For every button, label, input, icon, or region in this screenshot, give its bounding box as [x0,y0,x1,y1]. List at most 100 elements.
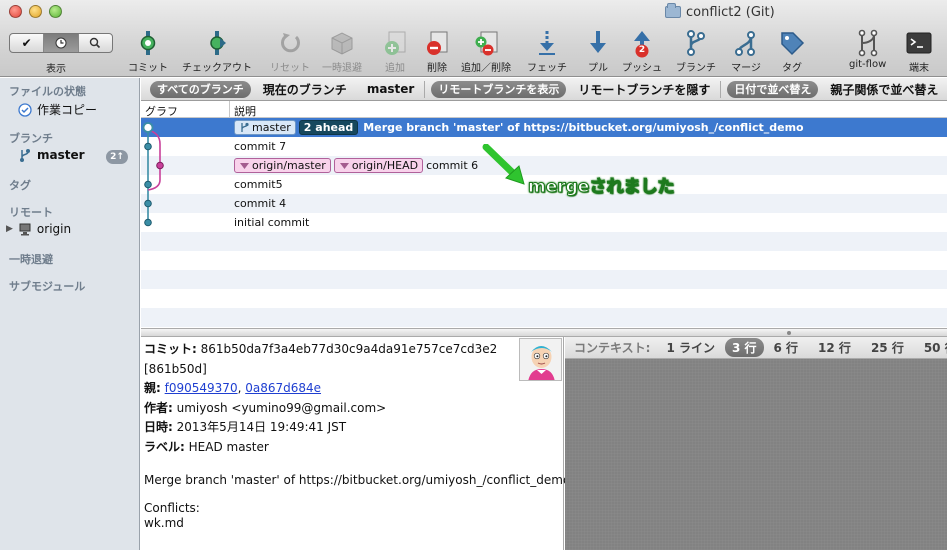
branch-button[interactable]: ブランチ [676,28,716,74]
sidebar-item-working-copy[interactable]: 作業コピー [18,101,97,118]
git-flow-button[interactable]: git-flow [849,28,886,70]
stash-button[interactable]: 一時退避 [322,28,362,74]
sidebar-header-tags[interactable]: タグ [9,177,31,193]
close-window-button[interactable] [9,5,22,18]
tag-button[interactable]: タグ [777,28,807,74]
pull-label: プル [588,63,608,74]
current-branch-name[interactable]: master [367,82,415,96]
commit-button[interactable]: コミット [128,28,168,74]
hide-remote-branches-button[interactable]: リモートブランチを隠す [578,81,710,98]
sidebar-item-label: 作業コピー [37,103,98,117]
checkout-label: チェックアウト [182,63,252,74]
sort-by-date-button[interactable]: 日付で並べ替え [727,80,819,98]
labels-value: HEAD master [188,439,269,454]
checkout-button[interactable]: チェックアウト [182,28,252,74]
all-branches-button[interactable]: すべてのブランチ [150,80,251,98]
zoom-window-button[interactable] [49,5,62,18]
merge-button[interactable]: マージ [731,28,761,74]
sidebar-header-remotes[interactable]: リモート [9,204,53,220]
sidebar-item-label: origin [36,222,72,236]
sort-by-ancestry-button[interactable]: 親子関係で並べ替え [830,81,938,98]
graph-node[interactable] [144,199,152,208]
window-title-text: conflict2 (Git) [686,4,775,20]
commit-message: commit 6 [426,159,479,172]
sidebar-header-file-status[interactable]: ファイルの状態 [9,83,86,99]
context-1-line-option[interactable]: 1 ライン [666,339,715,356]
column-header-description[interactable]: 説明 [234,103,256,119]
graph-node[interactable] [144,218,152,227]
reset-button[interactable]: リセット [270,28,310,74]
empty-row [141,270,947,289]
sidebar-item-label: master [37,148,85,162]
push-button[interactable]: 2 プッシュ [622,28,662,74]
current-branch-button[interactable]: 現在のブランチ [263,81,347,98]
clock-icon [55,37,67,49]
splitter-handle-icon[interactable] [787,331,791,335]
graph-node[interactable] [156,161,164,170]
git-flow-label: git-flow [849,59,887,70]
field-label: コミット: [144,342,197,356]
show-remote-branches-button[interactable]: リモートブランチを表示 [431,80,567,98]
field-label: 親: [144,381,161,395]
sidebar-header-branches[interactable]: ブランチ [9,130,53,146]
commit-hash: 861b50da7f3a4eb77d30c9a4da91e757ce7cd3e2 [200,342,498,356]
graph-node[interactable] [144,142,152,151]
sidebar-header-stashes[interactable]: 一時退避 [9,251,53,267]
reset-label: リセット [270,63,310,74]
view-label: 表示 [46,64,66,75]
view-search-button[interactable] [79,34,112,52]
pull-button[interactable]: プル [583,28,613,74]
ahead-badge: 2 ahead [298,120,359,135]
empty-row [141,308,947,327]
disclosure-triangle-icon[interactable]: ▶ [6,224,13,234]
labels-line: ラベル: HEAD master [144,438,563,458]
fetch-button[interactable]: フェッチ [527,28,567,74]
parent-commit-link[interactable]: 0a867d684e [245,381,321,395]
pane-splitter[interactable] [141,328,947,337]
context-6-lines-option[interactable]: 6 行 [774,339,799,356]
pull-icon [590,31,606,53]
commit-message: commit5 [234,178,283,191]
column-divider[interactable] [229,101,230,118]
add-remove-button[interactable]: 追加／削除 [461,28,511,74]
avatar [519,338,562,381]
commit-row[interactable]: master 2 ahead Merge branch 'master' of … [141,118,947,137]
context-12-lines-option[interactable]: 12 行 [818,339,851,356]
context-25-lines-option[interactable]: 25 行 [871,339,904,356]
checkout-icon [210,31,226,55]
author-line: 作者: umiyosh <yumino99@gmail.com> [144,399,563,419]
commit-message: initial commit [234,216,310,229]
date-value: 2013年5月14日 19:49:41 JST [176,420,347,434]
commit-message-full: Merge branch 'master' of https://bitbuck… [144,473,571,487]
checkmark-circle-icon [18,102,32,117]
commit-details-pane: コミット: 861b50da7f3a4eb77d30c9a4da91e757ce… [141,337,571,550]
view-log-button[interactable] [44,34,79,52]
commit-row[interactable]: initial commit [141,213,947,232]
add-button[interactable]: 追加 [380,28,410,74]
divider [424,80,426,98]
sidebar-header-submodules[interactable]: サブモジュール [9,278,85,294]
sidebar-item-master[interactable]: master [18,148,85,162]
context-50-lines-option[interactable]: 50 行 [924,339,947,356]
view-file-status-button[interactable]: ✔ [10,34,45,52]
reset-icon [281,33,300,53]
commit-label: コミット [128,63,168,74]
terminal-button[interactable]: 端末 [904,28,934,74]
remove-button[interactable]: 削除 [422,28,452,74]
remove-label: 削除 [427,63,447,74]
parents-line: 親: f090549370, 0a867d684e [144,379,563,399]
sidebar-item-origin[interactable]: ▶ origin [6,222,71,236]
column-header-graph[interactable]: グラフ [145,103,178,119]
field-label: 作者: [144,400,173,415]
diff-view[interactable] [565,359,947,550]
branch-label-master: master [234,120,296,135]
view-mode-segmented-control: ✔ [9,33,113,53]
minimize-window-button[interactable] [29,5,42,18]
parent-commit-link[interactable]: f090549370 [165,381,238,395]
empty-row [141,251,947,270]
graph-node[interactable] [144,180,152,189]
context-3-lines-option[interactable]: 3 行 [724,338,764,357]
log-filter-bar: すべてのブランチ 現在のブランチ master リモートブランチを表示 リモート… [141,78,947,101]
graph-node-head[interactable] [142,122,154,133]
branch-label-text: origin/HEAD [351,159,419,172]
